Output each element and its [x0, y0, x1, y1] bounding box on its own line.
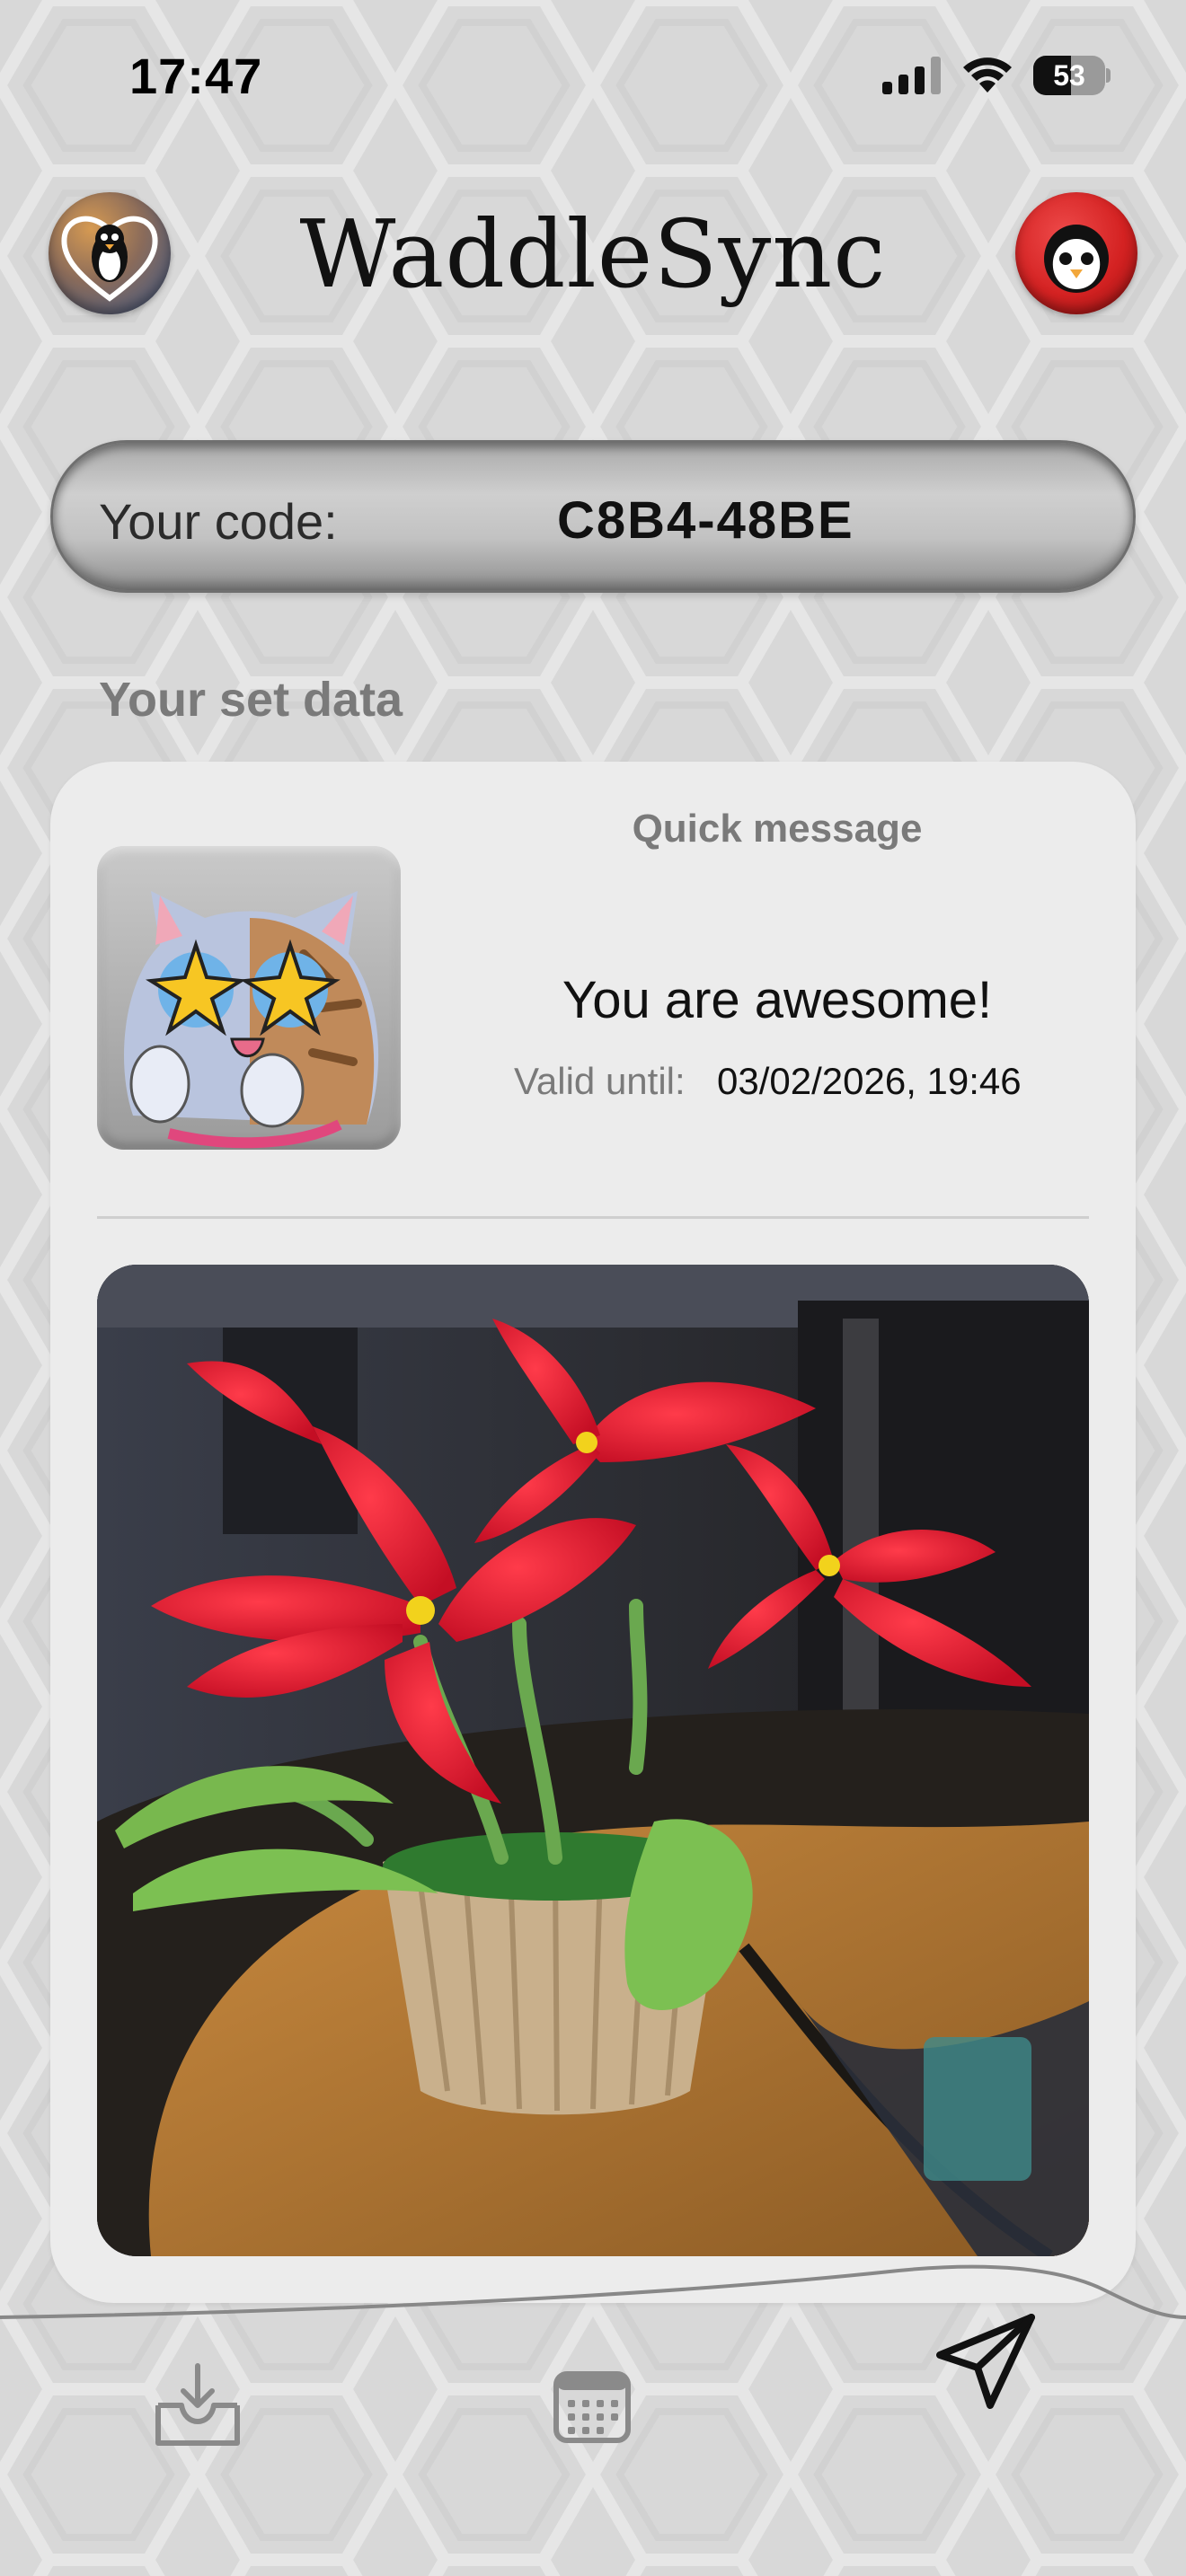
- battery-level: 53: [1053, 59, 1085, 92]
- tab-calendar[interactable]: [553, 2371, 631, 2448]
- starstruck-cat-sticker[interactable]: [97, 846, 401, 1150]
- code-value[interactable]: C8B4-48BE: [557, 490, 854, 551]
- tab-send[interactable]: [934, 2312, 1039, 2417]
- valid-until-value: 03/02/2026, 19:46: [717, 1060, 1022, 1102]
- status-time: 17:47: [129, 48, 263, 104]
- cellular-signal-icon: [882, 57, 941, 94]
- send-paper-plane-icon: [936, 2314, 1035, 2409]
- flower-photo[interactable]: [97, 1265, 1089, 2256]
- battery-indicator: 53: [1033, 56, 1111, 95]
- quick-message-title: Quick message: [632, 807, 923, 851]
- code-label: Your code:: [99, 493, 338, 550]
- quick-message-text: You are awesome!: [562, 971, 993, 1029]
- status-icons: 53: [882, 56, 1111, 95]
- penguin-face-icon[interactable]: [1015, 192, 1137, 314]
- tab-inbox[interactable]: [151, 2360, 244, 2455]
- calendar-icon: [553, 2371, 631, 2443]
- inbox-download-icon: [155, 2363, 240, 2446]
- card-divider: [97, 1216, 1089, 1219]
- app-title: WaddleSync: [299, 199, 887, 309]
- valid-until-label: Valid until:: [514, 1060, 686, 1102]
- section-title: Your set data: [99, 673, 403, 727]
- wifi-icon: [963, 57, 1012, 93]
